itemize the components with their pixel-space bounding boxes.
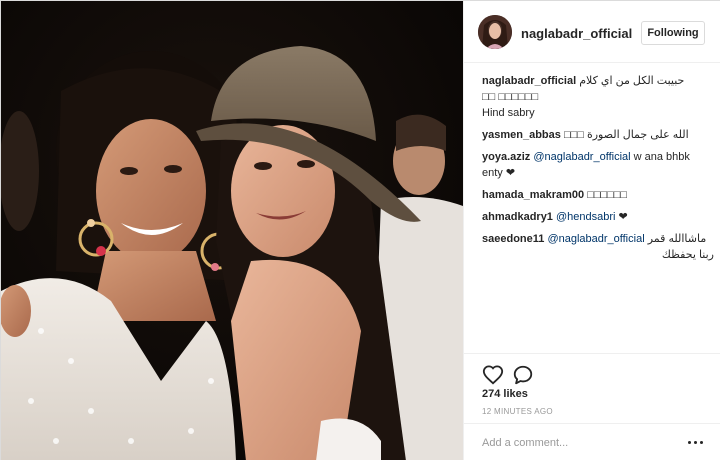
more-dot bbox=[688, 441, 691, 444]
comments-list: naglabadr_official حبيبت الكل من اي كلام… bbox=[482, 73, 714, 269]
comment-username[interactable]: yoya.aziz bbox=[482, 151, 530, 163]
comment-username[interactable]: saeedone11 bbox=[482, 233, 544, 245]
comment-text: □□□□□□ bbox=[587, 189, 628, 201]
comment-item: yoya.aziz @naglabadr_official w ana bhbk… bbox=[482, 149, 714, 181]
comment-text: w ana bhbk bbox=[633, 151, 690, 163]
comment-bubble-icon-glyph bbox=[513, 365, 533, 385]
heart-icon-glyph bbox=[482, 365, 504, 385]
add-comment-input[interactable] bbox=[482, 434, 672, 452]
comment-text: ماشاالله قمر bbox=[647, 233, 707, 245]
comment-item: saeedone11 @naglabadr_official ماشاالله … bbox=[482, 231, 714, 263]
add-comment-bar bbox=[464, 423, 720, 460]
heart-icon[interactable] bbox=[482, 364, 504, 386]
post-photo[interactable] bbox=[1, 1, 463, 460]
instagram-post-card: naglabadr_official Following naglabadr_o… bbox=[0, 0, 720, 460]
comment-text-line2: enty ❤ bbox=[482, 167, 516, 179]
comment-mention[interactable]: @naglabadr_official bbox=[533, 151, 630, 163]
comment-mention[interactable]: @naglabadr_official bbox=[547, 233, 644, 245]
post-photo-image bbox=[1, 1, 463, 460]
comment-username[interactable]: ahmadkadry1 bbox=[482, 211, 553, 223]
comment-username[interactable]: hamada_makram00 bbox=[482, 189, 584, 201]
caption-username[interactable]: naglabadr_official bbox=[482, 75, 576, 87]
comment-text-line2: ربنا يحفظك bbox=[661, 249, 714, 261]
comment-username[interactable]: yasmen_abbas bbox=[482, 129, 561, 141]
post-header: naglabadr_official Following bbox=[464, 1, 720, 63]
comment-item: ahmadkadry1 @hendsabri ❤ bbox=[482, 209, 714, 225]
comment-bubble-icon[interactable] bbox=[512, 364, 534, 386]
more-options-icon[interactable] bbox=[686, 438, 706, 448]
caption: naglabadr_official حبيبت الكل من اي كلام… bbox=[482, 73, 714, 121]
more-dot bbox=[700, 441, 703, 444]
comment-text: الله على جمال الصورة □□□ bbox=[563, 129, 689, 141]
caption-text-line2: Hind sabry bbox=[482, 107, 535, 119]
post-timestamp[interactable]: 12 MINUTES AGO bbox=[482, 407, 553, 416]
avatar-image bbox=[478, 15, 512, 49]
comment-item: hamada_makram00 □□□□□□ bbox=[482, 187, 714, 203]
avatar[interactable] bbox=[478, 15, 512, 49]
post-sidebar: naglabadr_official Following naglabadr_o… bbox=[463, 1, 720, 460]
post-author-username[interactable]: naglabadr_official bbox=[521, 26, 632, 41]
more-dot bbox=[694, 441, 697, 444]
comment-item: yasmen_abbas الله على جمال الصورة □□□ bbox=[482, 127, 714, 143]
comment-mention[interactable]: @hendsabri bbox=[556, 211, 615, 223]
like-count[interactable]: 274 likes bbox=[482, 388, 528, 400]
comment-text: ❤ bbox=[618, 211, 628, 223]
following-button[interactable]: Following bbox=[641, 21, 705, 45]
